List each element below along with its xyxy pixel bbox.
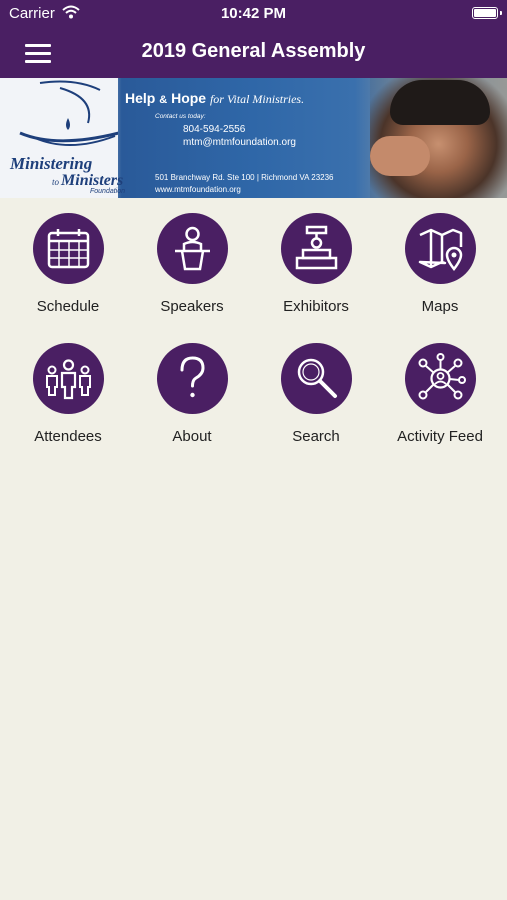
question-mark-icon xyxy=(157,343,228,414)
status-bar: Carrier 10:42 PM xyxy=(0,0,507,28)
tile-label: Exhibitors xyxy=(283,298,349,315)
tile-speakers[interactable]: Speakers xyxy=(130,198,254,318)
magnifier-icon xyxy=(281,343,352,414)
banner-contact-label: Contact us today: xyxy=(155,113,206,120)
banner-headline: Help & Hope for Vital Ministries. xyxy=(125,90,305,106)
tile-label: Schedule xyxy=(36,298,100,315)
sponsor-banner[interactable]: Ministering to Ministers Foundation Help … xyxy=(0,78,507,198)
lamp-logo-icon xyxy=(19,80,131,146)
tile-label: Maps xyxy=(421,298,459,315)
tile-label: Activity Feed xyxy=(397,428,483,445)
tile-attendees[interactable]: Attendees xyxy=(6,328,130,448)
battery-icon xyxy=(472,7,498,19)
tile-about[interactable]: About xyxy=(130,328,254,448)
calendar-icon xyxy=(33,213,104,284)
status-time: 10:42 PM xyxy=(220,5,287,22)
tile-schedule[interactable]: Schedule xyxy=(6,198,130,318)
network-feed-icon xyxy=(405,343,476,414)
tile-label: Speakers xyxy=(160,298,224,315)
logo-text-foundation: Foundation xyxy=(90,188,126,195)
podium-speaker-icon xyxy=(157,213,228,284)
banner-logo: Ministering to Ministers Foundation xyxy=(0,78,131,198)
tile-maps[interactable]: Maps xyxy=(378,198,502,318)
map-pin-icon xyxy=(405,213,476,284)
tile-label: About xyxy=(172,428,212,445)
tile-label: Search xyxy=(292,428,340,445)
page-title: 2019 General Assembly xyxy=(141,40,366,62)
banner-email: mtm@mtmfoundation.org xyxy=(183,137,296,148)
banner-phone: 804-594-2556 xyxy=(183,124,246,135)
banner-website: www.mtmfoundation.org xyxy=(155,185,241,194)
banner-address: 501 Branchway Rd. Ste 100 | Richmond VA … xyxy=(155,173,334,182)
people-group-icon xyxy=(33,343,104,414)
tile-label: Attendees xyxy=(34,428,102,445)
navigation-bar: 2019 General Assembly xyxy=(0,28,507,78)
exhibitor-booth-icon xyxy=(281,213,352,284)
logo-text-ministering: Ministering xyxy=(10,154,93,173)
tile-search[interactable]: Search xyxy=(254,328,378,448)
tile-exhibitors[interactable]: Exhibitors xyxy=(254,198,378,318)
battery-tip xyxy=(500,11,502,15)
banner-photo xyxy=(370,78,507,198)
tile-activity-feed[interactable]: Activity Feed xyxy=(378,328,502,448)
